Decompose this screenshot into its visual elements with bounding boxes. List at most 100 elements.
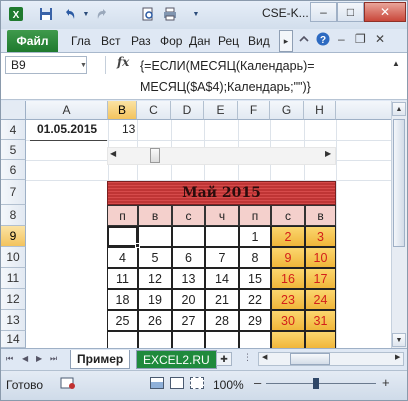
- select-all-corner[interactable]: [1, 101, 26, 120]
- calendar-day-cell[interactable]: 1: [239, 226, 271, 247]
- redo-icon[interactable]: [94, 6, 110, 22]
- calendar-day-cell[interactable]: 13: [172, 268, 205, 289]
- normal-view-icon[interactable]: [150, 377, 164, 389]
- collapse-formula-bar-icon[interactable]: ▲: [389, 56, 403, 72]
- prev-sheet-icon[interactable]: ◀: [22, 354, 28, 363]
- undo-icon[interactable]: [62, 6, 78, 22]
- minimize-ribbon-icon[interactable]: [298, 33, 310, 48]
- scroll-down-icon[interactable]: ▼: [392, 333, 406, 347]
- calendar-day-cell[interactable]: 10: [305, 247, 336, 268]
- scroll-left-icon[interactable]: ◀: [110, 149, 116, 158]
- ribbon-scroll-right-button[interactable]: ▸: [279, 30, 293, 52]
- calendar-day-cell[interactable]: 23: [271, 289, 305, 310]
- row-header-11[interactable]: 11: [1, 268, 26, 289]
- calendar-day-cell[interactable]: [305, 331, 336, 349]
- row-header-5[interactable]: 5: [1, 140, 26, 160]
- calendar-day-cell[interactable]: 19: [138, 289, 172, 310]
- column-header-h[interactable]: H: [304, 101, 336, 120]
- calendar-day-cell[interactable]: 20: [172, 289, 205, 310]
- zoom-in-button[interactable]: +: [382, 375, 390, 390]
- tab-insert[interactable]: Вст: [101, 34, 121, 48]
- calendar-day-cell[interactable]: 7: [205, 247, 239, 268]
- tab-page-layout[interactable]: Раз: [131, 34, 151, 48]
- sheet-tab-excel2[interactable]: EXCEL2.RU: [136, 350, 217, 369]
- close-button[interactable]: ✕: [364, 2, 406, 22]
- row-header-10[interactable]: 10: [1, 247, 26, 268]
- calendar-day-cell[interactable]: [205, 226, 239, 247]
- first-sheet-icon[interactable]: ⏮: [6, 354, 13, 364]
- column-header-c[interactable]: C: [137, 101, 171, 120]
- cell-a4-date[interactable]: 01.05.2015: [37, 122, 97, 136]
- scroll-left-sheet-icon[interactable]: ◀: [262, 353, 267, 361]
- workbook-restore-icon[interactable]: ❐: [355, 32, 366, 46]
- calendar-day-cell[interactable]: 15: [239, 268, 271, 289]
- scroll-right-sheet-icon[interactable]: ▶: [395, 353, 400, 361]
- row-header-7[interactable]: 7: [1, 180, 26, 205]
- month-scrollbar-control[interactable]: [107, 147, 336, 165]
- column-header-i[interactable]: [336, 101, 391, 120]
- calendar-day-cell[interactable]: 27: [172, 310, 205, 331]
- column-header-a[interactable]: A: [26, 101, 108, 120]
- name-box-dropdown-icon[interactable]: ▼: [80, 62, 87, 69]
- name-box[interactable]: B9: [5, 56, 87, 74]
- help-icon[interactable]: ?: [316, 32, 330, 49]
- workbook-minimize-icon[interactable]: –: [338, 32, 345, 46]
- row-header-9[interactable]: 9: [1, 226, 26, 247]
- column-header-e[interactable]: E: [204, 101, 238, 120]
- last-sheet-icon[interactable]: ⏭: [50, 354, 57, 364]
- column-header-b[interactable]: B: [108, 101, 137, 120]
- calendar-day-cell[interactable]: 12: [138, 268, 172, 289]
- fill-handle[interactable]: [135, 243, 140, 248]
- calendar-day-cell[interactable]: [138, 331, 172, 349]
- row-header-6[interactable]: 6: [1, 160, 26, 180]
- column-header-d[interactable]: D: [171, 101, 204, 120]
- calendar-day-cell[interactable]: 26: [138, 310, 172, 331]
- undo-dropdown-icon[interactable]: ▼: [78, 6, 94, 22]
- calendar-day-cell[interactable]: 29: [239, 310, 271, 331]
- tab-review[interactable]: Рец: [218, 34, 239, 48]
- tab-formulas[interactable]: Фор: [160, 34, 182, 48]
- calendar-day-cell[interactable]: 3: [305, 226, 336, 247]
- excel-icon[interactable]: X: [8, 6, 24, 22]
- calendar-day-cell[interactable]: 11: [107, 268, 138, 289]
- maximize-button[interactable]: □: [337, 2, 364, 22]
- horizontal-scroll-thumb[interactable]: [290, 353, 330, 365]
- calendar-day-cell[interactable]: [205, 331, 239, 349]
- print-icon[interactable]: [162, 6, 178, 22]
- scroll-up-icon[interactable]: ▲: [392, 102, 406, 116]
- row-header-14[interactable]: 14: [1, 331, 26, 348]
- page-layout-view-icon[interactable]: [170, 377, 184, 389]
- calendar-day-cell[interactable]: 30: [271, 310, 305, 331]
- calendar-day-cell[interactable]: 28: [205, 310, 239, 331]
- calendar-day-cell[interactable]: 21: [205, 289, 239, 310]
- zoom-slider-thumb[interactable]: [313, 378, 319, 389]
- tab-home[interactable]: Гла: [71, 34, 91, 48]
- calendar-day-cell[interactable]: 4: [107, 247, 138, 268]
- tab-file[interactable]: Файл: [7, 30, 58, 52]
- row-header-4[interactable]: 4: [1, 120, 26, 140]
- vertical-scroll-thumb[interactable]: [393, 119, 405, 247]
- scroll-right-icon[interactable]: ▶: [325, 149, 331, 158]
- qat-dropdown-icon[interactable]: ▼: [188, 6, 204, 22]
- tab-split-icon[interactable]: ⋮: [243, 352, 252, 363]
- calendar-day-cell[interactable]: [172, 226, 205, 247]
- save-icon[interactable]: [38, 6, 54, 22]
- column-header-f[interactable]: F: [238, 101, 270, 120]
- row-header-12[interactable]: 12: [1, 289, 26, 310]
- tab-view[interactable]: Вид: [248, 34, 270, 48]
- calendar-day-cell[interactable]: 8: [239, 247, 271, 268]
- next-sheet-icon[interactable]: ▶: [36, 354, 42, 363]
- column-header-g[interactable]: G: [270, 101, 304, 120]
- sheet-tab-example[interactable]: Пример: [70, 350, 131, 369]
- row-header-13[interactable]: 13: [1, 310, 26, 331]
- calendar-day-cell[interactable]: [172, 331, 205, 349]
- calendar-day-cell[interactable]: 9: [271, 247, 305, 268]
- cell-b4-value[interactable]: 13: [122, 122, 135, 136]
- zoom-level[interactable]: 100%: [213, 378, 244, 392]
- print-preview-icon[interactable]: [140, 6, 156, 22]
- calendar-day-cell[interactable]: 2: [271, 226, 305, 247]
- minimize-button[interactable]: –: [310, 2, 337, 22]
- calendar-day-cell[interactable]: 5: [138, 247, 172, 268]
- macro-record-icon[interactable]: [60, 376, 76, 393]
- calendar-day-cell[interactable]: [239, 331, 271, 349]
